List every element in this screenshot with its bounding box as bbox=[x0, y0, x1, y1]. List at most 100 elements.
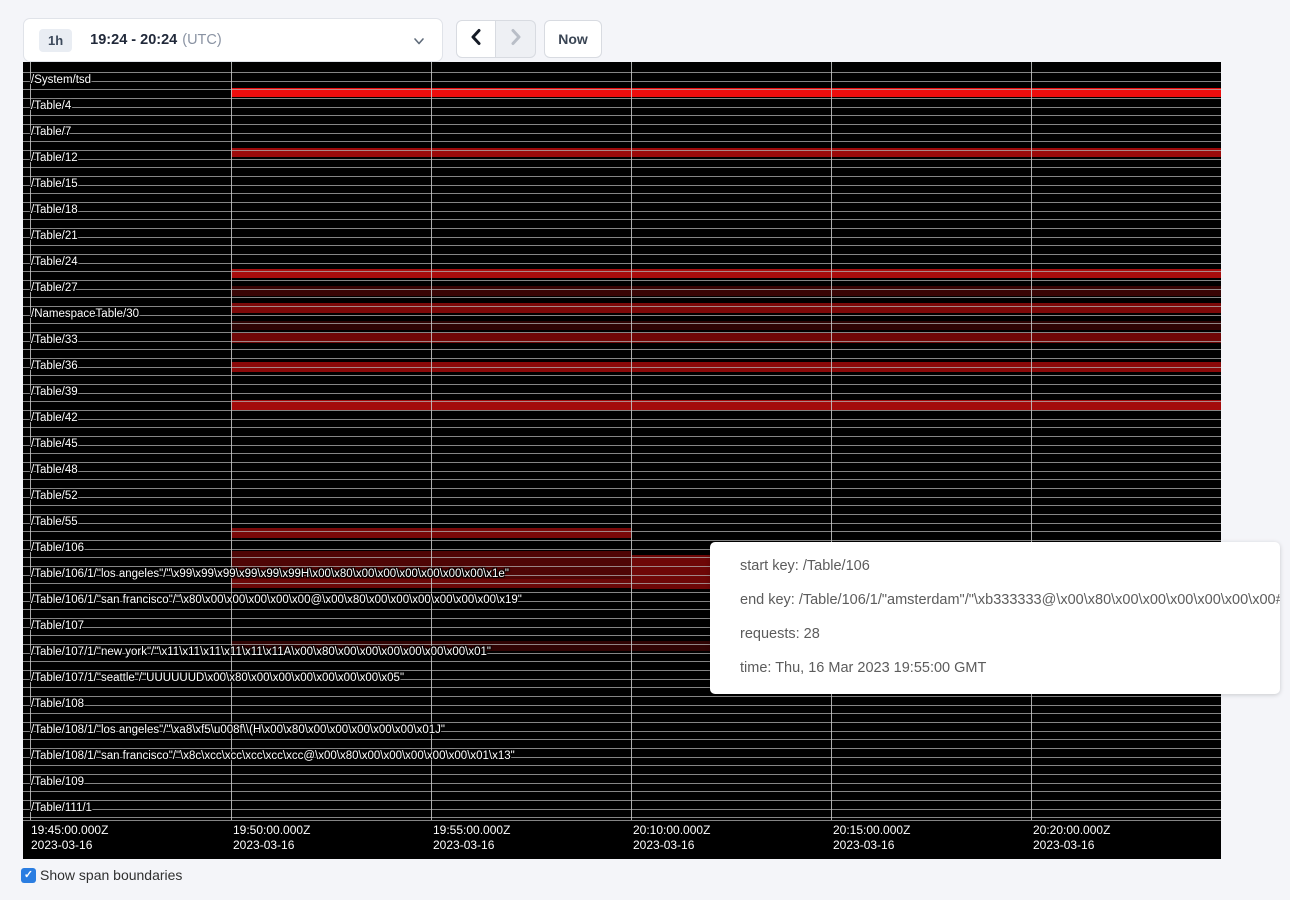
span-boundary-line bbox=[23, 332, 1221, 333]
span-boundary-line bbox=[23, 696, 1221, 697]
row-label: /Table/107 bbox=[31, 620, 84, 633]
time-gridline bbox=[431, 62, 432, 820]
timezone-label: (UTC) bbox=[182, 32, 221, 48]
tooltip-line: requests: 28 bbox=[740, 617, 1280, 651]
span-boundary-line bbox=[23, 271, 1221, 272]
span-boundary-line bbox=[23, 107, 1221, 108]
span-boundary-line bbox=[23, 540, 1221, 541]
span-boundary-line bbox=[23, 349, 1221, 350]
time-tick-time: 20:10:00.000Z bbox=[633, 823, 710, 838]
row-label: /Table/106/1/"los angeles"/"\x99\x99\x99… bbox=[31, 568, 509, 581]
time-tick-date: 2023-03-16 bbox=[31, 838, 108, 853]
span-boundary-line bbox=[23, 167, 1221, 168]
row-label: /Table/48 bbox=[31, 464, 78, 477]
span-boundary-line bbox=[23, 185, 1221, 186]
span-boundary-line bbox=[23, 739, 1221, 740]
chevron-right-icon bbox=[508, 28, 524, 51]
time-gridline bbox=[631, 62, 632, 820]
span-boundary-line bbox=[23, 159, 1221, 160]
row-label: /Table/42 bbox=[31, 412, 78, 425]
tooltip-line: time: Thu, 16 Mar 2023 19:55:00 GMT bbox=[740, 651, 1280, 685]
next-time-button[interactable] bbox=[496, 20, 536, 58]
checkmark-icon: ✓ bbox=[24, 870, 33, 881]
span-boundary-line bbox=[23, 237, 1221, 238]
span-boundary-line bbox=[23, 479, 1221, 480]
span-boundary-line bbox=[23, 393, 1221, 394]
span-boundary-line bbox=[23, 791, 1221, 792]
span-boundary-line bbox=[23, 705, 1221, 706]
span-boundary-line bbox=[23, 820, 1221, 821]
row-label: /Table/39 bbox=[31, 386, 78, 399]
span-boundary-line bbox=[23, 98, 1221, 99]
span-boundary-line bbox=[23, 427, 1221, 428]
row-label: /Table/106/1/"san francisco"/"\x80\x00\x… bbox=[31, 594, 522, 607]
span-boundary-line bbox=[23, 722, 1221, 723]
row-label: /Table/107/1/"new york"/"\x11\x11\x11\x1… bbox=[31, 646, 491, 659]
key-visualizer-canvas[interactable]: /System/tsd/Table/4/Table/7/Table/12/Tab… bbox=[23, 62, 1221, 859]
time-tick-date: 2023-03-16 bbox=[233, 838, 310, 853]
time-tick-time: 19:45:00.000Z bbox=[31, 823, 108, 838]
span-boundary-line bbox=[23, 202, 1221, 203]
time-tick: 20:20:00.000Z2023-03-16 bbox=[1033, 823, 1110, 853]
span-boundary-line bbox=[23, 115, 1221, 116]
span-boundary-line bbox=[23, 263, 1221, 264]
time-gridline bbox=[831, 62, 832, 820]
heat-band bbox=[231, 303, 1221, 313]
tooltip-line: start key: /Table/106 bbox=[740, 549, 1280, 583]
row-label: /Table/108/1/"san francisco"/"\x8c\xcc\x… bbox=[31, 750, 515, 763]
time-tick: 20:10:00.000Z2023-03-16 bbox=[633, 823, 710, 853]
span-boundary-line bbox=[23, 800, 1221, 801]
span-boundary-line bbox=[23, 124, 1221, 125]
span-boundary-line bbox=[23, 497, 1221, 498]
span-boundary-line bbox=[23, 765, 1221, 766]
span-boundary-line bbox=[23, 419, 1221, 420]
span-boundary-line bbox=[23, 306, 1221, 307]
row-label: /Table/109 bbox=[31, 776, 84, 789]
row-label: /Table/107/1/"seattle"/"UUUUUUD\x00\x80\… bbox=[31, 672, 404, 685]
span-boundary-line bbox=[23, 375, 1221, 376]
span-boundary-line bbox=[23, 141, 1221, 142]
span-boundary-line bbox=[23, 436, 1221, 437]
span-boundary-line bbox=[23, 523, 1221, 524]
hover-tooltip: start key: /Table/106end key: /Table/106… bbox=[710, 542, 1280, 694]
row-label: /Table/45 bbox=[31, 438, 78, 451]
time-tick-date: 2023-03-16 bbox=[433, 838, 510, 853]
span-boundary-line bbox=[23, 531, 1221, 532]
span-boundary-line bbox=[23, 462, 1221, 463]
time-range-selector[interactable]: 1h 19:24 - 20:24 (UTC) bbox=[23, 18, 443, 62]
time-tick: 19:55:00.000Z2023-03-16 bbox=[433, 823, 510, 853]
span-boundary-line bbox=[23, 133, 1221, 134]
chevron-left-icon bbox=[468, 28, 484, 51]
span-boundary-line bbox=[23, 280, 1221, 281]
time-tick-time: 19:50:00.000Z bbox=[233, 823, 310, 838]
show-span-boundaries-checkbox[interactable]: ✓ bbox=[21, 868, 36, 883]
span-boundary-line bbox=[23, 323, 1221, 324]
toolbar: 1h 19:24 - 20:24 (UTC) Now bbox=[0, 0, 1290, 62]
row-label: /Table/4 bbox=[31, 100, 71, 113]
span-boundary-line bbox=[23, 783, 1221, 784]
span-boundary-line bbox=[23, 89, 1221, 90]
row-label: /System/tsd bbox=[31, 74, 91, 87]
span-boundary-line bbox=[23, 193, 1221, 194]
span-boundary-line bbox=[23, 297, 1221, 298]
span-boundary-line bbox=[23, 245, 1221, 246]
time-tick-time: 20:20:00.000Z bbox=[1033, 823, 1110, 838]
row-label: /Table/108 bbox=[31, 698, 84, 711]
row-label: /Table/21 bbox=[31, 230, 78, 243]
prev-time-button[interactable] bbox=[456, 20, 496, 58]
row-label: /Table/12 bbox=[31, 152, 78, 165]
span-boundary-line bbox=[23, 774, 1221, 775]
row-label: /Table/52 bbox=[31, 490, 78, 503]
now-button[interactable]: Now bbox=[544, 20, 602, 58]
span-boundary-line bbox=[23, 72, 1221, 73]
row-label: /Table/106 bbox=[31, 542, 84, 555]
span-boundary-line bbox=[23, 341, 1221, 342]
time-tick-date: 2023-03-16 bbox=[1033, 838, 1110, 853]
span-boundary-line bbox=[23, 211, 1221, 212]
span-boundary-line bbox=[23, 453, 1221, 454]
time-tick-time: 20:15:00.000Z bbox=[833, 823, 910, 838]
span-boundary-line bbox=[23, 176, 1221, 177]
span-boundary-line bbox=[23, 514, 1221, 515]
footer: ✓ Show span boundaries bbox=[21, 867, 182, 883]
row-label: /Table/108/1/"los angeles"/"\xa8\xf5\u00… bbox=[31, 724, 445, 737]
